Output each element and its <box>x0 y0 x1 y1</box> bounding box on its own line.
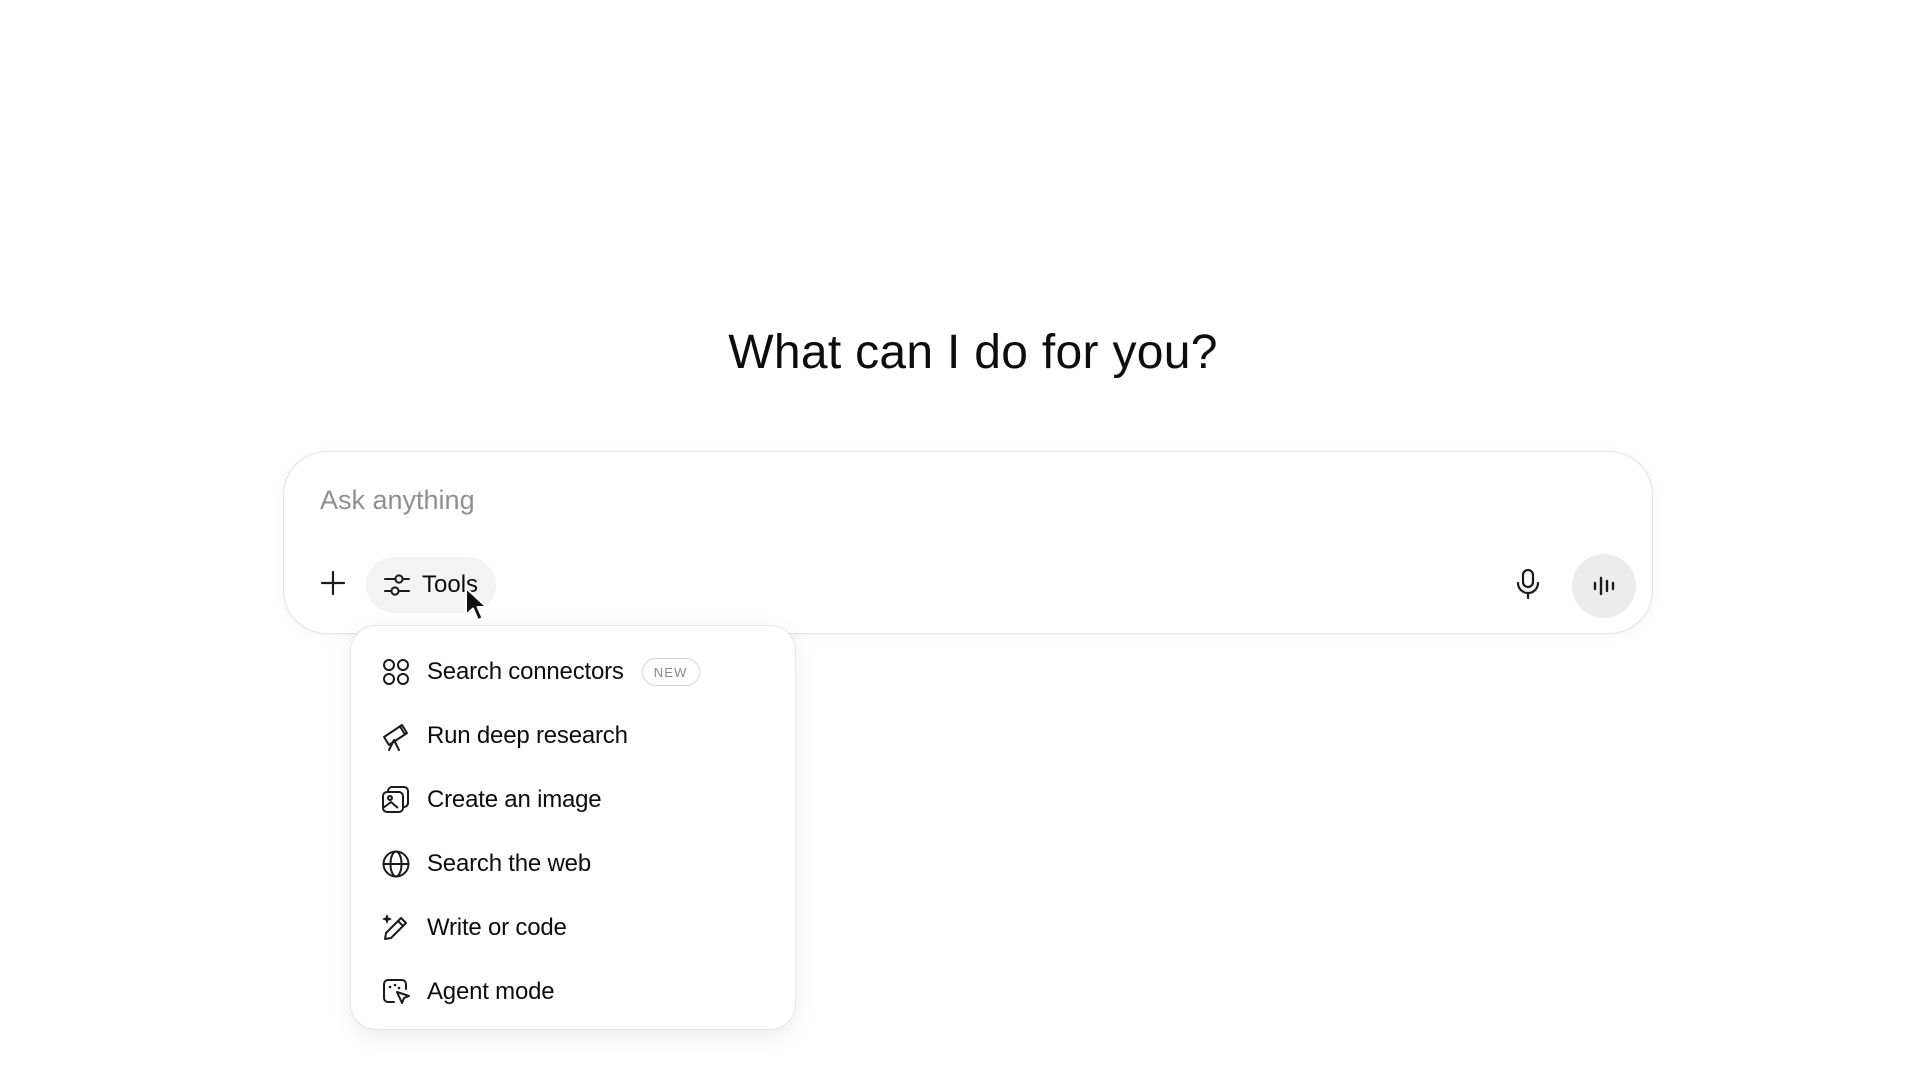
image-icon <box>379 783 413 817</box>
menu-item-agent-mode[interactable]: Agent mode <box>351 960 795 1024</box>
menu-item-search-connectors[interactable]: Search connectors NEW <box>351 640 795 704</box>
page-title: What can I do for you? <box>728 326 1218 379</box>
menu-item-run-deep-research[interactable]: Run deep research <box>351 704 795 768</box>
menu-item-create-image[interactable]: Create an image <box>351 768 795 832</box>
connectors-icon <box>379 655 413 689</box>
menu-item-label: Create an image <box>427 786 602 813</box>
menu-item-label: Search the web <box>427 850 591 877</box>
voice-mode-button[interactable] <box>1572 554 1636 618</box>
new-badge: NEW <box>641 658 700 686</box>
ask-input[interactable] <box>320 478 1520 522</box>
plus-icon <box>319 569 347 597</box>
menu-item-label: Agent mode <box>427 978 555 1005</box>
add-attachment-button[interactable] <box>310 560 356 606</box>
agent-cursor-icon <box>379 975 413 1009</box>
composer: Tools <box>283 451 1653 634</box>
menu-item-search-web[interactable]: Search the web <box>351 832 795 896</box>
menu-item-write-or-code[interactable]: Write or code <box>351 896 795 960</box>
voice-waveform-icon <box>1589 571 1619 601</box>
dictate-button[interactable] <box>1502 558 1554 610</box>
tools-button[interactable]: Tools <box>366 557 497 613</box>
page: What can I do for you? Tool <box>0 0 1920 1080</box>
menu-item-label: Search connectors <box>427 658 624 685</box>
telescope-icon <box>379 719 413 753</box>
tools-label: Tools <box>422 571 479 598</box>
menu-item-label: Run deep research <box>427 722 628 749</box>
microphone-icon <box>1513 567 1543 601</box>
globe-icon <box>379 847 413 881</box>
menu-item-label: Write or code <box>427 914 567 941</box>
pencil-sparkle-icon <box>379 911 413 945</box>
tools-menu: Search connectors NEW Run deep research <box>350 625 796 1030</box>
sliders-icon <box>382 570 412 600</box>
